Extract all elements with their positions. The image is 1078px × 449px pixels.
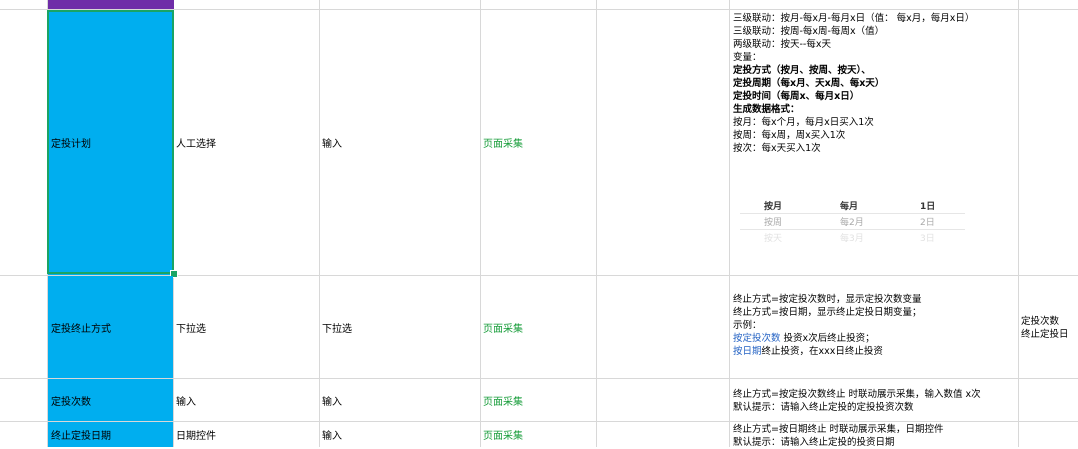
table-cell-description[interactable]: 终止方式=按定投次数时，显示定投次数变量 终止方式=按日期，显示终止定投日期变量…	[733, 293, 921, 358]
desc-line: 按次：每x天买入1次	[733, 143, 821, 154]
picker-text: 按天	[764, 234, 783, 244]
gridline	[319, 0, 320, 447]
variable-line: 终止定投日	[1021, 329, 1069, 340]
spreadsheet-grid: 定投计划 人工选择 输入 页面采集 三级联动：按月-每x月-每月x日（值： 每x…	[0, 0, 1078, 449]
table-cell-description[interactable]: 终止方式=按日期终止 时联动展示采集，日期控件 默认提示：请输入终止定投的投资日…	[733, 423, 943, 449]
cell-text: 页面采集	[483, 139, 523, 150]
desc-line: 定投方式（按月、按周、按天）、	[733, 65, 871, 76]
example-link[interactable]: 按定投次数	[733, 333, 781, 344]
desc-text: 投资x次后终止投资；	[780, 333, 875, 344]
cell-text: 定投次数	[51, 396, 91, 408]
table-cell-ui-type[interactable]: 日期控件	[176, 422, 216, 447]
picker-text: 按周	[764, 218, 783, 228]
picker-divider	[740, 213, 965, 214]
gridline	[480, 0, 481, 447]
gridline	[596, 0, 597, 447]
desc-line: 变量：	[733, 52, 762, 63]
table-cell-description[interactable]: 终止方式=按定投次数终止 时联动展示采集，输入数值 x次 默认提示：请输入终止定…	[733, 388, 981, 414]
desc-line: 按月：每x个月，每月x日买入1次	[733, 117, 874, 128]
table-cell-input-type[interactable]: 输入	[322, 379, 342, 421]
table-cell-source[interactable]: 页面采集	[483, 10, 523, 275]
cell-text: 终止定投日期	[51, 431, 111, 442]
picker-text: 每3月	[840, 234, 864, 244]
picker-divider	[740, 229, 965, 230]
cell-text: 日期控件	[176, 431, 216, 442]
picker-text: 3日	[920, 234, 935, 244]
table-cell-name[interactable]: 定投终止方式	[48, 276, 173, 378]
table-cell-name[interactable]: 定投次数	[48, 379, 173, 421]
gridline	[1018, 0, 1019, 447]
desc-line: 终止方式=按日期，显示终止定投日期变量；	[733, 307, 922, 318]
table-cell-description[interactable]: 三级联动：按月-每x月-每月x日（值： 每x月，每月x日） 三级联动：按周-每x…	[733, 12, 974, 155]
desc-text: 终止投资，在xxx日终止投资	[761, 346, 883, 357]
cell-text: 下拉选	[176, 323, 206, 335]
cell-text: 页面采集	[483, 323, 523, 335]
desc-line: 定投时间（每周x、每月x日）	[733, 91, 860, 102]
picker-row: 按月 每月 1日	[740, 199, 965, 213]
table-cell-source[interactable]: 页面采集	[483, 422, 523, 447]
cell-text: 页面采集	[483, 431, 523, 442]
picker-text: 按月	[764, 202, 783, 212]
table-cell-variables[interactable]: 定投次数 终止定投日	[1021, 315, 1069, 341]
table-cell-input-type[interactable]: 输入	[322, 10, 342, 275]
picker-text: 2日	[920, 218, 935, 228]
cell-text: 输入	[322, 431, 342, 442]
table-cell-name[interactable]: 终止定投日期	[48, 422, 173, 447]
table-cell-ui-type[interactable]: 输入	[176, 379, 196, 421]
table-cell-input-type[interactable]: 输入	[322, 422, 342, 447]
table-cell-source[interactable]: 页面采集	[483, 276, 523, 378]
variable-line: 定投次数	[1021, 316, 1060, 327]
desc-line: 定投周期（每x月、天x周、每x天）	[733, 78, 885, 89]
picker-text: 每月	[840, 202, 859, 212]
desc-line: 默认提示：请输入终止定投的定投投资次数	[733, 402, 914, 413]
desc-line: 三级联动：按周-每x周-每周x（值）	[733, 26, 885, 37]
header-cell-fill[interactable]	[48, 0, 174, 9]
cell-text: 下拉选	[322, 323, 352, 335]
desc-line: 生成数据格式：	[733, 104, 800, 115]
desc-line: 两级联动：按天--每x天	[733, 39, 831, 50]
gridline	[729, 0, 730, 447]
table-cell-ui-type[interactable]: 人工选择	[176, 10, 216, 275]
desc-line: 按定投次数 投资x次后终止投资；	[733, 332, 921, 345]
desc-line: 终止方式=按定投次数终止 时联动展示采集，输入数值 x次	[733, 389, 981, 400]
cell-text: 页面采集	[483, 396, 523, 408]
desc-line: 按周：每x周，周x买入1次	[733, 130, 846, 141]
picker-text: 1日	[920, 202, 936, 212]
cell-text: 输入	[322, 396, 342, 408]
picker-row: 按周 每2月 2日	[740, 215, 965, 229]
cell-text: 定投终止方式	[51, 323, 111, 335]
example-link[interactable]: 按日期	[733, 346, 762, 357]
cell-text: 输入	[322, 139, 342, 150]
desc-line: 默认提示：请输入终止定投的投资日期	[733, 437, 895, 448]
desc-line: 示例：	[733, 320, 762, 331]
desc-line: 终止方式=按日期终止 时联动展示采集，日期控件	[733, 424, 944, 435]
table-cell-ui-type[interactable]: 下拉选	[176, 276, 206, 378]
cell-text: 人工选择	[176, 139, 216, 150]
picker-preview-image: 按月 每月 1日 按周 每2月 2日 按天 每3月 3日	[740, 198, 965, 244]
table-cell-source[interactable]: 页面采集	[483, 379, 523, 421]
desc-line: 终止方式=按定投次数时，显示定投次数变量	[733, 294, 922, 305]
cell-selection-border	[47, 10, 174, 274]
cell-text: 输入	[176, 396, 196, 408]
table-cell-input-type[interactable]: 下拉选	[322, 276, 352, 378]
desc-line: 三级联动：按月-每x月-每月x日（值： 每x月，每月x日）	[733, 13, 975, 24]
picker-text: 每2月	[840, 218, 864, 228]
desc-line: 按日期终止投资，在xxx日终止投资	[733, 345, 921, 358]
picker-row: 按天 每3月 3日	[740, 231, 965, 245]
